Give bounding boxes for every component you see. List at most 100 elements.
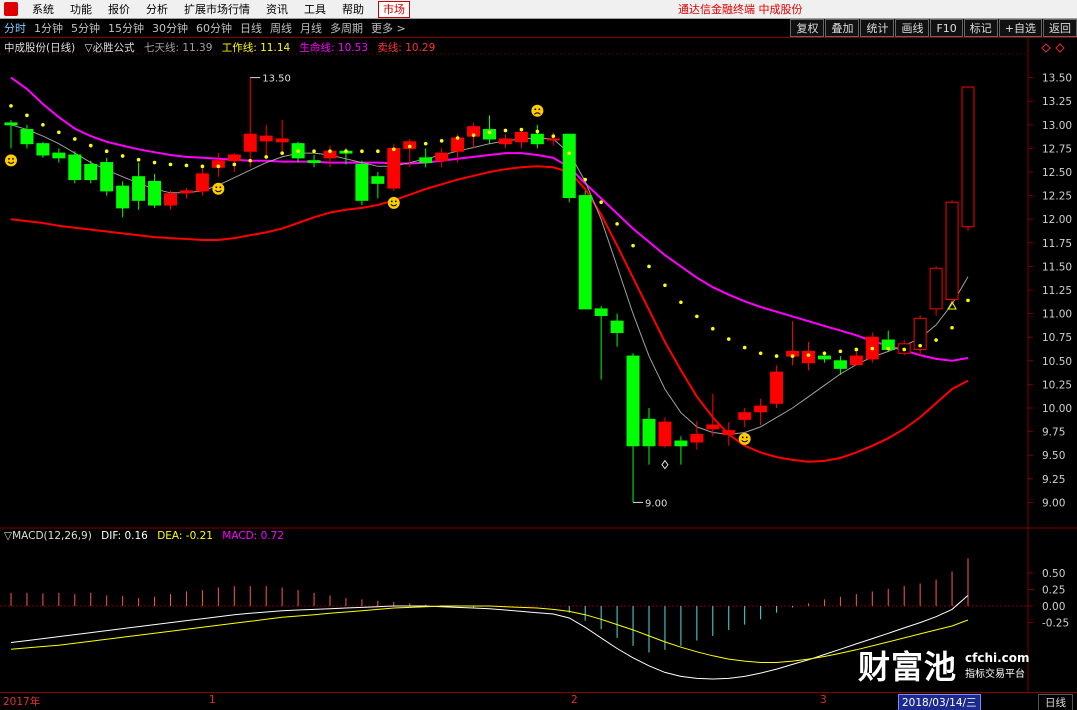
candle[interactable] xyxy=(148,180,162,206)
candle[interactable] xyxy=(451,137,465,152)
candle[interactable] xyxy=(610,320,624,333)
menu-item-function[interactable]: 功能 xyxy=(62,0,100,19)
candle[interactable] xyxy=(387,147,401,189)
candle[interactable] xyxy=(116,185,130,209)
candle[interactable] xyxy=(514,131,528,143)
adjust-button[interactable]: 复权 xyxy=(790,19,825,37)
candle[interactable] xyxy=(594,308,608,316)
candle[interactable] xyxy=(435,152,449,162)
work-line-dot xyxy=(806,353,811,357)
overlay-button[interactable]: 叠加 xyxy=(825,19,860,37)
candle[interactable] xyxy=(132,176,146,201)
candle[interactable] xyxy=(833,360,847,369)
macd-title[interactable]: ▽MACD(12,26,9) xyxy=(4,530,92,542)
candle[interactable] xyxy=(578,195,592,310)
period-tab-intraday[interactable]: 分时 xyxy=(0,19,30,38)
candle[interactable] xyxy=(849,355,863,366)
menu-item-ext-market[interactable]: 扩展市场行情 xyxy=(176,0,258,19)
app-logo-icon xyxy=(4,2,18,16)
work-line-dot xyxy=(631,243,635,248)
candle[interactable] xyxy=(164,193,177,206)
add-watchlist-button[interactable]: +自选 xyxy=(998,19,1042,37)
period-tab-daily[interactable]: 日线 xyxy=(236,19,266,38)
draw-line-button[interactable]: 画线 xyxy=(895,19,930,37)
candle[interactable] xyxy=(961,86,975,228)
expand-icon[interactable] xyxy=(1041,43,1051,53)
candle[interactable] xyxy=(36,143,50,156)
menu-item-help[interactable]: 帮助 xyxy=(334,0,372,19)
candle[interactable] xyxy=(802,350,815,364)
macd-tick-label: 0.25 xyxy=(1042,584,1065,596)
period-tab-multi[interactable]: 多周期 xyxy=(326,19,367,38)
happy-face-icon xyxy=(5,154,17,167)
menu-item-quote[interactable]: 报价 xyxy=(100,0,138,19)
menu-item-system[interactable]: 系统 xyxy=(24,0,62,19)
period-tab-30min[interactable]: 30分钟 xyxy=(148,19,192,38)
work-line-dot xyxy=(471,133,476,137)
period-tab-15min[interactable]: 15分钟 xyxy=(104,19,148,38)
candle[interactable] xyxy=(20,129,34,145)
price-tick-label: 12.25 xyxy=(1042,191,1072,203)
candle[interactable] xyxy=(530,133,544,145)
work-line-dot xyxy=(280,151,284,155)
candle[interactable] xyxy=(722,430,736,435)
dea-value: DEA: -0.21 xyxy=(157,530,213,542)
time-axis[interactable]: 2017年 1 2 3 2018/03/14/三 日线 xyxy=(0,692,1077,710)
candle[interactable] xyxy=(4,122,18,126)
cursor-date: 2018/03/14/三 xyxy=(898,694,981,710)
candle[interactable] xyxy=(674,440,688,447)
candle[interactable] xyxy=(259,135,273,142)
period-tab-monthly[interactable]: 月线 xyxy=(296,19,326,38)
period-tab-1min[interactable]: 1分钟 xyxy=(30,19,67,38)
candle[interactable] xyxy=(52,152,66,159)
menu-item-analysis[interactable]: 分析 xyxy=(138,0,176,19)
candle[interactable] xyxy=(690,433,704,443)
mark-button[interactable]: 标记 xyxy=(963,19,998,37)
candle[interactable] xyxy=(562,133,576,198)
candle[interactable] xyxy=(275,138,289,143)
work-line-dot xyxy=(104,149,109,154)
menu-item-market[interactable]: 市场 xyxy=(378,0,410,18)
menu-item-tools[interactable]: 工具 xyxy=(296,0,334,19)
menu-item-news[interactable]: 资讯 xyxy=(258,0,296,19)
f10-button[interactable]: F10 xyxy=(930,19,963,37)
period-indicator[interactable]: 日线 xyxy=(1038,694,1073,710)
price-tick-label: 11.00 xyxy=(1042,309,1072,321)
kline-chart[interactable]: 13.50 13.25 13.00 12.75 12.50 12.25 12.00 11.75… xyxy=(0,38,1077,692)
work-line-dot xyxy=(583,177,587,182)
candle[interactable] xyxy=(498,138,512,145)
candle[interactable] xyxy=(68,154,82,181)
candle[interactable] xyxy=(419,157,433,164)
candle[interactable] xyxy=(355,163,369,201)
back-button[interactable]: 返回 xyxy=(1043,19,1077,37)
period-tab-more[interactable]: 更多 > xyxy=(367,19,410,38)
period-tab-5min[interactable]: 5分钟 xyxy=(67,19,104,38)
candle[interactable] xyxy=(642,418,656,447)
candle[interactable] xyxy=(195,173,209,192)
candle[interactable] xyxy=(546,138,560,141)
price-tick-label: 10.50 xyxy=(1042,356,1072,368)
candle[interactable] xyxy=(754,405,768,413)
candle[interactable] xyxy=(929,267,943,310)
candle[interactable] xyxy=(945,201,959,300)
candle[interactable] xyxy=(626,355,640,447)
candle[interactable] xyxy=(770,371,784,404)
formula-name[interactable]: ▽必胜公式 xyxy=(85,42,135,54)
candle[interactable] xyxy=(100,162,114,192)
work-line-dot xyxy=(487,130,492,135)
collapse-icon[interactable] xyxy=(1055,43,1065,53)
period-tab-weekly[interactable]: 周线 xyxy=(266,19,296,38)
candle[interactable] xyxy=(307,160,321,164)
candle[interactable] xyxy=(371,176,385,184)
candle[interactable] xyxy=(227,154,241,162)
happy-face-icon xyxy=(738,432,751,445)
candle[interactable] xyxy=(817,355,831,360)
period-tab-60min[interactable]: 60分钟 xyxy=(192,19,236,38)
statistics-button[interactable]: 统计 xyxy=(860,19,895,37)
candle[interactable] xyxy=(84,163,98,181)
candle[interactable] xyxy=(738,412,752,420)
candle[interactable] xyxy=(706,424,720,430)
candle[interactable] xyxy=(243,133,257,152)
candle[interactable] xyxy=(658,421,672,447)
candle[interactable] xyxy=(179,190,193,194)
